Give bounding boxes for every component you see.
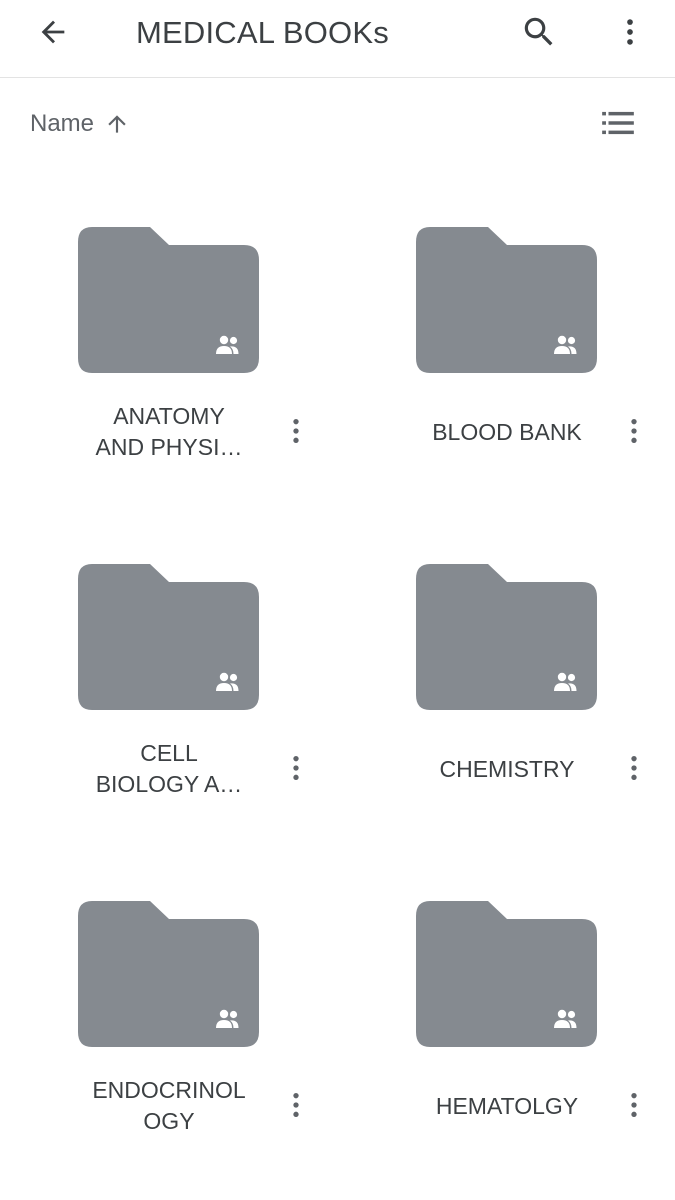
sort-label: Name [30,110,95,137]
folder-more-options-button[interactable] [272,744,320,792]
shared-folder-icon[interactable] [76,898,262,1048]
folder-tile[interactable]: CELL BIOLOGY A… [0,549,338,849]
folder-more-options-button[interactable] [610,744,658,792]
list-view-icon [602,111,634,135]
more-options-button[interactable] [606,8,654,56]
sort-bar: Name [0,96,675,152]
more-vert-icon [627,19,633,45]
folder-name[interactable]: HEMATOLGY [390,1074,624,1138]
more-vert-icon [631,756,637,780]
more-vert-icon [293,756,299,780]
folder-name[interactable]: ANATOMY AND PHYSI… [52,400,286,464]
more-vert-icon [631,419,637,443]
page-title: MEDICAL BOOKs [136,15,389,50]
arrow-back-icon [41,20,65,44]
folder-tile[interactable]: HEMATOLGY [338,886,675,1186]
shared-folder-icon[interactable] [76,224,262,374]
folder-more-options-button[interactable] [272,1081,320,1129]
folder-more-options-button[interactable] [610,1081,658,1129]
search-icon [524,17,553,46]
shared-folder-icon[interactable] [414,224,600,374]
folder-more-options-button[interactable] [610,407,658,455]
more-vert-icon [293,419,299,443]
folder-more-options-button[interactable] [272,407,320,455]
folder-name[interactable]: ENDOCRINOL OGY [52,1074,286,1138]
sort-by-name-button[interactable]: Name [30,104,130,144]
top-app-bar: MEDICAL BOOKs [0,0,675,78]
folder-name[interactable]: CHEMISTRY [390,737,624,801]
folder-tile[interactable]: CHEMISTRY [338,549,675,849]
folder-tile[interactable]: ANATOMY AND PHYSI… [0,212,338,512]
more-vert-icon [293,1093,299,1117]
folder-tile[interactable]: ENDOCRINOL OGY [0,886,338,1186]
folder-name[interactable]: BLOOD BANK [390,400,624,464]
shared-folder-icon[interactable] [414,561,600,711]
list-view-toggle-button[interactable] [594,99,642,147]
shared-folder-icon[interactable] [414,898,600,1048]
folder-tile[interactable]: BLOOD BANK [338,212,675,512]
search-button[interactable] [515,8,563,56]
arrow-up-icon [108,115,126,133]
folder-name[interactable]: CELL BIOLOGY A… [52,737,286,801]
back-button[interactable] [29,8,77,56]
more-vert-icon [631,1093,637,1117]
shared-folder-icon[interactable] [76,561,262,711]
